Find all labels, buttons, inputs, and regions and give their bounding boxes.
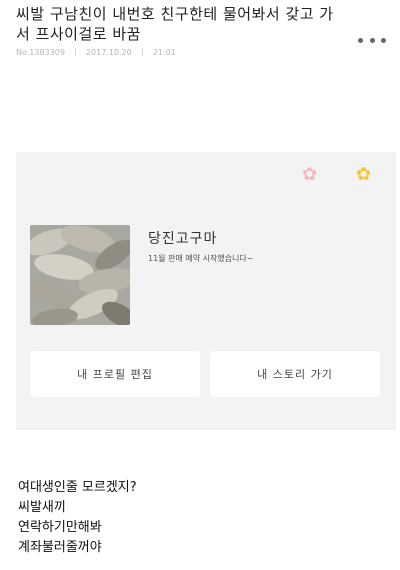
post-body: 여대생인줄 모르겠지? 씨발새끼 연락하기만해봐 계좌불러줄꺼야 [18,478,137,558]
kakao-profile-card: ✿ ✿ 당진고구마 11월 판매 예약 시작했습니다~ 내 프로필 편집 내 스… [16,152,396,430]
yellow-flower-icon: ✿ [356,164,372,185]
post-title: 씨발 구남친이 내번호 친구한테 물어봐서 갖고 가서 프사이걸로 바꿈 [16,5,334,43]
profile-status-message: 11월 판매 예약 시작했습니다~ [148,254,254,263]
post-date: 2017.10.20 [85,47,132,57]
post-time: 21:01 [152,47,176,57]
message-line: 씨발새끼 [18,500,66,515]
pink-flower-icon: ✿ [302,164,318,185]
go-to-story-button[interactable]: 내 스토리 가기 [210,351,380,397]
post-id: No.1383309 [16,47,65,57]
message-line: 여대생인줄 모르겠지? [18,480,137,495]
profile-photo[interactable] [30,225,130,325]
profile-name: 당진고구마 [148,231,218,247]
post-meta: No.1383309 2017.10.20 21:01 [16,46,176,58]
message-line: 연락하기만해봐 [18,520,102,535]
message-line: 계좌불러줄꺼야 [18,540,102,555]
edit-profile-button[interactable]: 내 프로필 편집 [30,351,200,397]
more-options-icon[interactable] [358,30,386,50]
